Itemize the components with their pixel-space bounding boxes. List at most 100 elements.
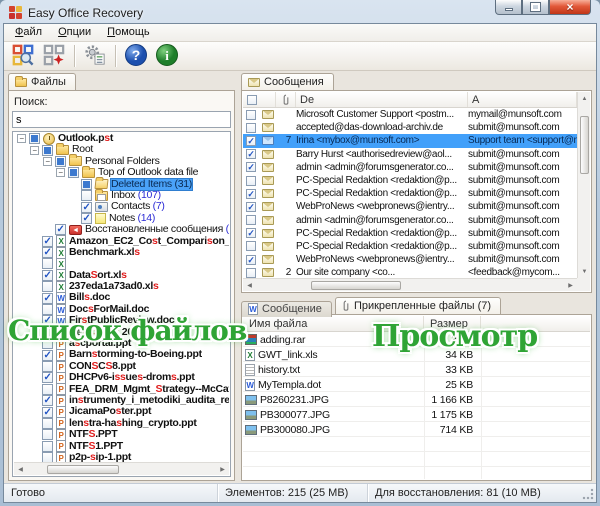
message-row[interactable]: 2Our site company <co...<feedback@mycom.…: [243, 266, 577, 278]
message-row[interactable]: admin <admin@forumsgenerator.co...submit…: [243, 214, 577, 227]
tree-horizontal-scrollbar[interactable]: ◀ ▶: [14, 462, 229, 475]
tab-message[interactable]: W Сообщение: [241, 301, 332, 317]
checkbox[interactable]: [68, 167, 79, 178]
message-row[interactable]: PC-Special Redaktion <redaktion@p...subm…: [243, 174, 577, 187]
message-row[interactable]: ✓PC-Special Redaktion <redaktion@p...sub…: [243, 187, 577, 200]
menu-item-1[interactable]: Опции: [50, 25, 99, 40]
checkbox[interactable]: [42, 418, 53, 429]
checkbox[interactable]: ✓: [42, 372, 53, 383]
checkbox[interactable]: [246, 176, 256, 186]
tree-item[interactable]: ✓PDHCPv6-issues-droms.ppt: [14, 372, 229, 383]
checkbox[interactable]: [42, 145, 53, 156]
checkbox[interactable]: [42, 441, 53, 452]
help-button[interactable]: ?: [122, 43, 150, 69]
checkbox[interactable]: [42, 281, 53, 292]
scroll-left-icon[interactable]: ◀: [14, 463, 27, 476]
select-all-column-header[interactable]: [243, 92, 276, 107]
scrollbar-thumb[interactable]: [311, 281, 401, 290]
checkbox[interactable]: [246, 110, 256, 120]
message-row[interactable]: ✓WebProNews <webpronews@ientry...submit@…: [243, 200, 577, 213]
checkbox[interactable]: ✓: [246, 189, 256, 199]
messages-vertical-scrollbar[interactable]: ▲ ▼: [577, 92, 590, 278]
checkbox[interactable]: ✓: [246, 136, 256, 146]
message-row[interactable]: ✓WebProNews <webpronews@ientry...submit@…: [243, 253, 577, 266]
checkbox[interactable]: ✓: [55, 224, 66, 235]
tree-item[interactable]: ✓XBenchmark.xls: [14, 247, 229, 258]
checkbox[interactable]: [42, 452, 53, 462]
scrollbar-thumb[interactable]: [47, 465, 119, 474]
checkbox[interactable]: [246, 123, 256, 133]
scroll-down-icon[interactable]: ▼: [578, 265, 591, 278]
checkbox[interactable]: [246, 215, 256, 225]
close-button[interactable]: ×: [549, 0, 591, 15]
checkbox[interactable]: [246, 241, 256, 251]
checkbox[interactable]: [42, 258, 53, 269]
message-row[interactable]: PC-Special Redaktion <redaktion@p...subm…: [243, 240, 577, 253]
recover-files-button[interactable]: [40, 43, 68, 69]
checkbox[interactable]: ✓: [246, 202, 256, 212]
checkbox[interactable]: ✓: [246, 162, 256, 172]
checkbox[interactable]: ✓: [246, 228, 256, 238]
attachment-row[interactable]: PB300077.JPG1 175 KB: [243, 407, 590, 422]
checkbox[interactable]: [55, 156, 66, 167]
checkbox[interactable]: ✓: [42, 350, 53, 361]
checkbox[interactable]: ✓: [42, 293, 53, 304]
tree-item[interactable]: X237eda1a73ad0.xls: [14, 281, 229, 292]
message-row[interactable]: accepted@das-download-archiv.desubmit@mu…: [243, 121, 577, 134]
to-column-header[interactable]: A: [468, 92, 577, 107]
checkbox[interactable]: [42, 361, 53, 372]
checkbox[interactable]: ✓: [246, 149, 256, 159]
expander-icon[interactable]: −: [30, 146, 39, 155]
checkbox[interactable]: ✓: [42, 395, 53, 406]
about-button[interactable]: i: [153, 43, 181, 69]
attachments-column-header[interactable]: [276, 92, 296, 107]
tab-files[interactable]: Файлы: [8, 73, 76, 90]
scroll-right-icon[interactable]: ▶: [564, 279, 577, 292]
checkbox[interactable]: ✓: [42, 270, 53, 281]
message-row[interactable]: ✓7Irina <mybox@munsoft.com>Support team …: [243, 134, 577, 147]
header-checkbox[interactable]: [247, 95, 257, 105]
menu-item-2[interactable]: Помощь: [99, 25, 158, 40]
attachment-row[interactable]: PB300080.JPG714 KB: [243, 422, 590, 437]
checkbox[interactable]: [42, 384, 53, 395]
checkbox[interactable]: [81, 179, 92, 190]
expander-icon[interactable]: −: [43, 157, 52, 166]
checkbox[interactable]: [42, 429, 53, 440]
checkbox[interactable]: ✓: [42, 407, 53, 418]
attachment-row[interactable]: WMyTempla.dot25 KB: [243, 377, 590, 392]
checkbox[interactable]: [81, 190, 92, 201]
scroll-left-icon[interactable]: ◀: [243, 279, 256, 292]
expander-icon[interactable]: −: [56, 168, 65, 177]
checkbox[interactable]: [29, 133, 40, 144]
message-row[interactable]: ✓admin <admin@forumsgenerator.co...submi…: [243, 161, 577, 174]
menu-item-0[interactable]: Файл: [7, 25, 50, 40]
tree-item[interactable]: PNTFS.PPT: [14, 429, 229, 440]
tab-messages[interactable]: Сообщения: [241, 73, 334, 90]
checkbox[interactable]: ✓: [246, 255, 256, 265]
checkbox[interactable]: ✓: [81, 202, 92, 213]
tree-item[interactable]: −Top of Outlook data file: [14, 167, 229, 178]
scroll-right-icon[interactable]: ▶: [216, 463, 229, 476]
open-file-button[interactable]: [9, 43, 37, 69]
settings-button[interactable]: [81, 43, 109, 69]
message-row[interactable]: ✓PC-Special Redaktion <redaktion@p...sub…: [243, 227, 577, 240]
tab-attached-files[interactable]: Прикрепленные файлы (7): [335, 297, 501, 314]
message-row[interactable]: Microsoft Customer Support <postm...myma…: [243, 108, 577, 121]
checkbox[interactable]: [246, 268, 256, 278]
checkbox[interactable]: ✓: [42, 236, 53, 247]
message-row[interactable]: ✓Barry Hurst <authorisedreview@aol...sub…: [243, 148, 577, 161]
minimize-button[interactable]: [495, 0, 522, 15]
checkbox[interactable]: ✓: [42, 247, 53, 258]
search-input[interactable]: [12, 111, 231, 128]
checkbox[interactable]: ✓: [81, 213, 92, 224]
from-column-header[interactable]: De: [296, 92, 468, 107]
tree-item[interactable]: ✓◄Восстановленные сообщения (22): [14, 224, 229, 235]
tree-item[interactable]: Plenstra-hashing_crypto.ppt: [14, 418, 229, 429]
scrollbar-thumb[interactable]: [580, 116, 589, 174]
messages-horizontal-scrollbar[interactable]: ◀ ▶: [243, 278, 577, 291]
tree-item[interactable]: −Outlook.pst: [14, 133, 229, 144]
attachment-row[interactable]: P8260231.JPG1 166 KB: [243, 392, 590, 407]
tree-item[interactable]: Pp2p-sip-1.ppt: [14, 452, 229, 462]
attachment-row[interactable]: history.txt33 KB: [243, 362, 590, 377]
scroll-up-icon[interactable]: ▲: [578, 92, 591, 105]
